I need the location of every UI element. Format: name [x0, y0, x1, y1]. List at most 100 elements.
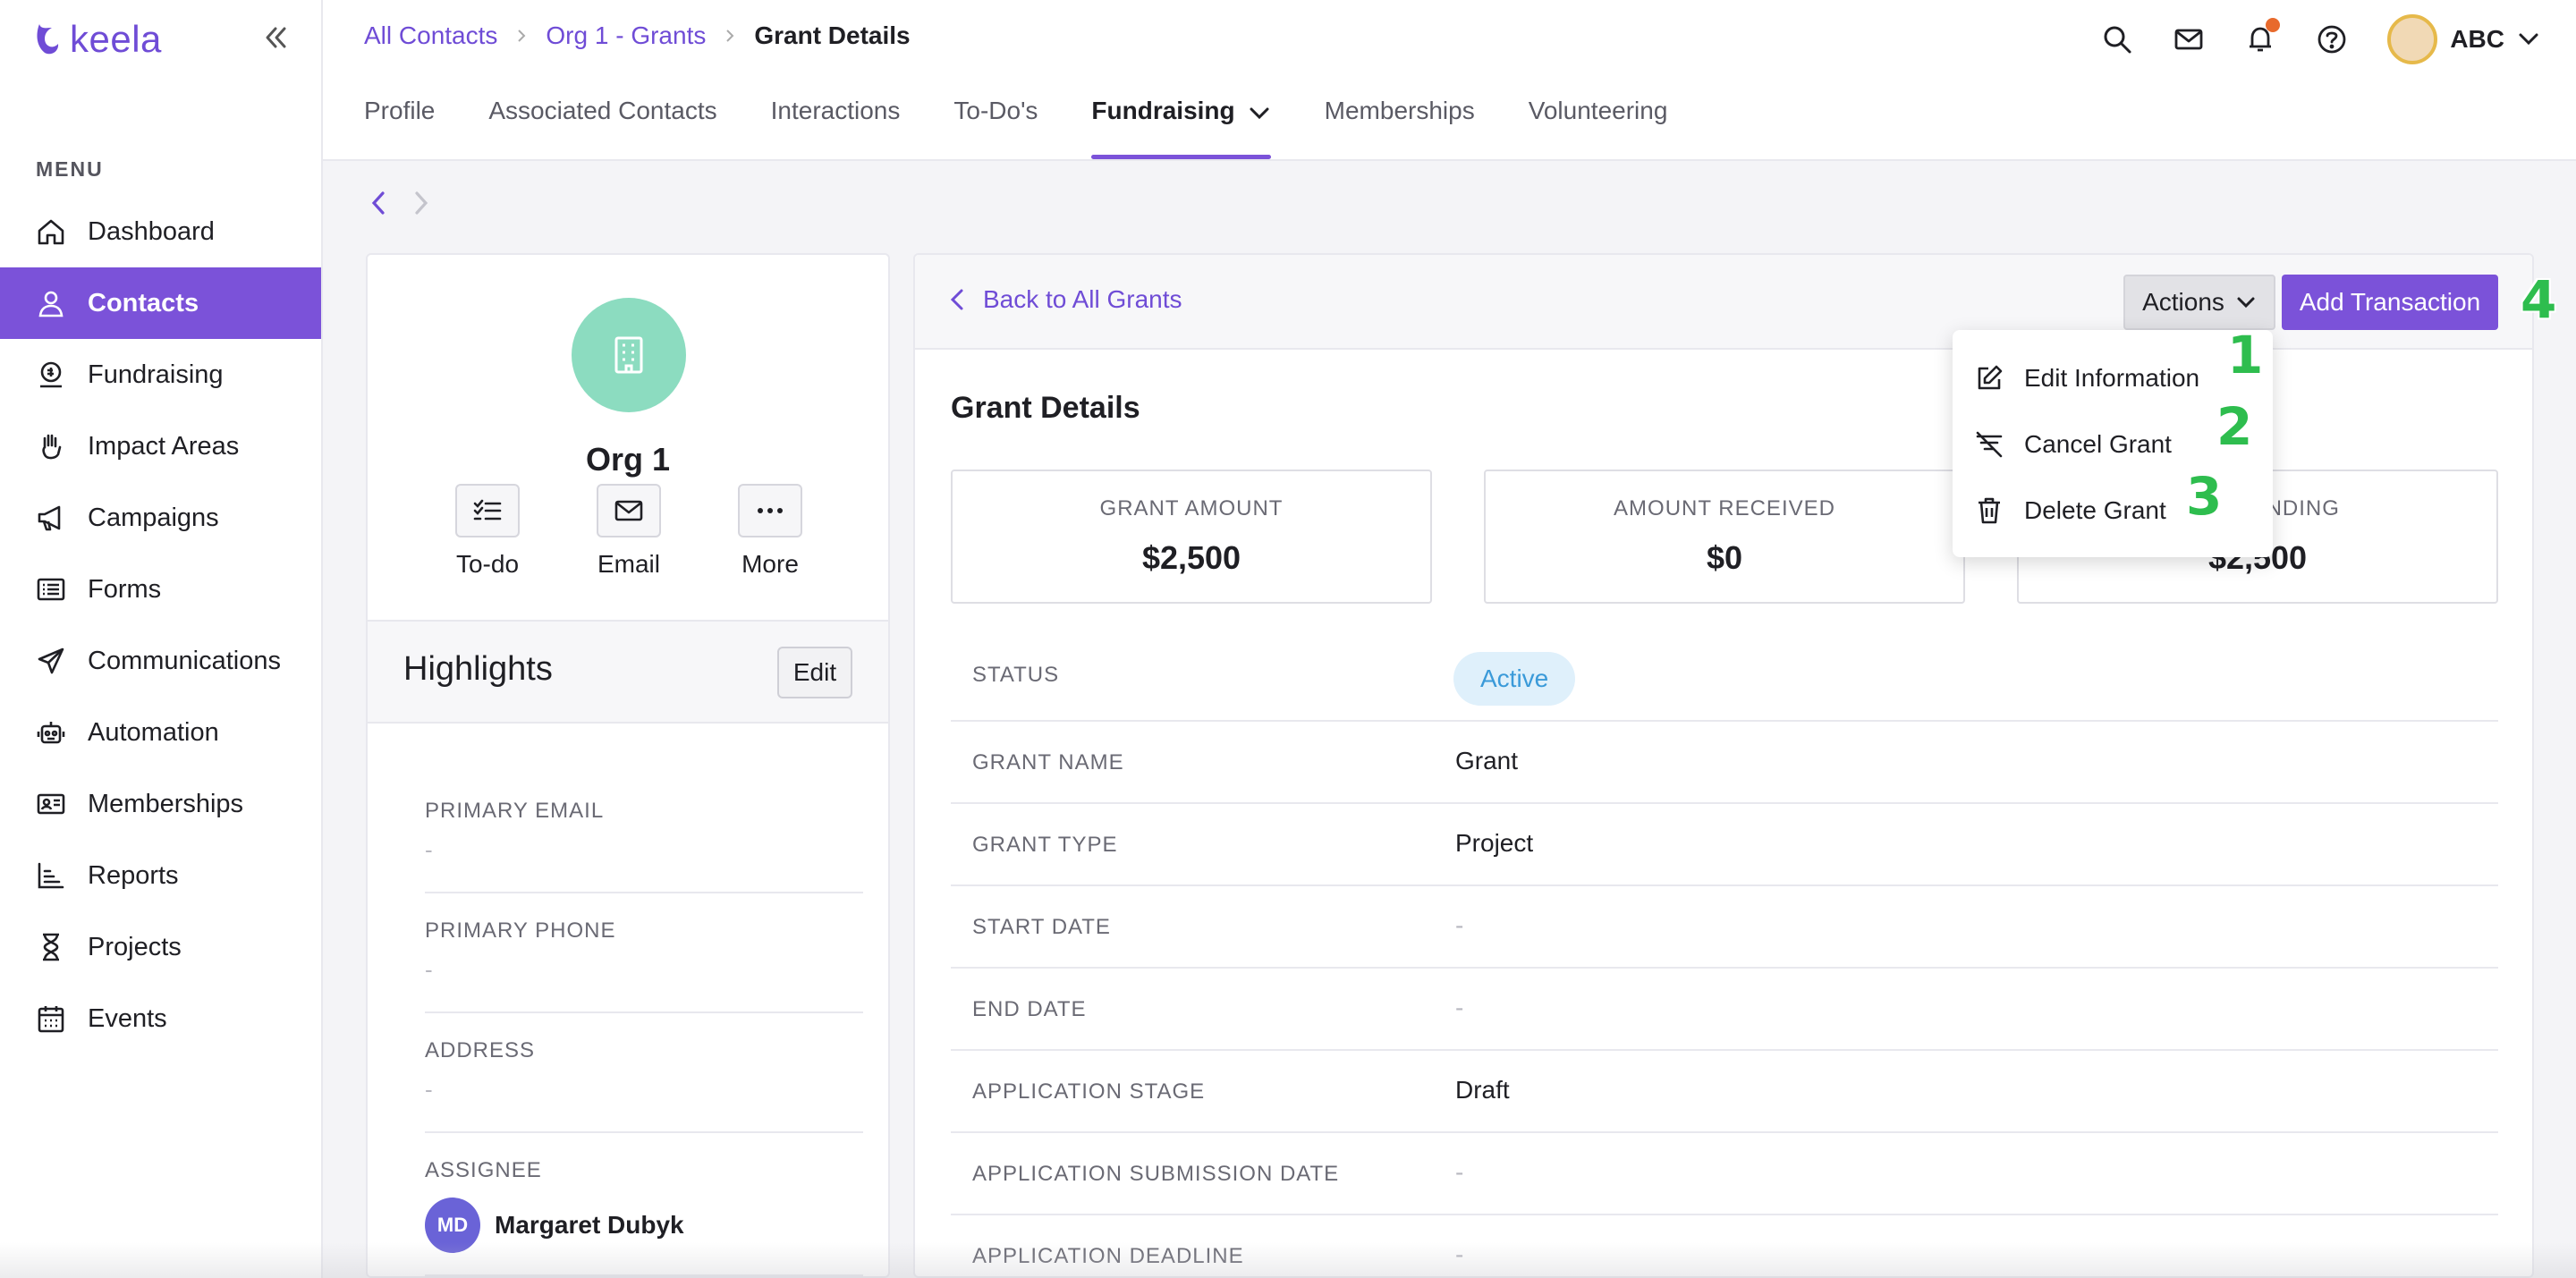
tab-fundraising[interactable]: Fundraising [1091, 97, 1271, 159]
bar-chart-icon [38, 862, 64, 889]
contact-tabs: Profile Associated Contacts Interactions… [364, 97, 1667, 159]
breadcrumb: All Contacts Org 1 - Grants Grant Detail… [364, 21, 911, 50]
tab-label: Memberships [1324, 97, 1475, 124]
tab-interactions[interactable]: Interactions [771, 97, 901, 159]
menu-item-delete-grant[interactable]: Delete Grant [1974, 486, 2166, 536]
stat-value: $0 [1706, 539, 1743, 576]
sidebar-item-reports[interactable]: Reports [0, 840, 321, 911]
quick-action-email[interactable]: Email [575, 484, 682, 579]
user-name: ABC [2450, 25, 2504, 53]
sidebar-item-contacts[interactable]: Contacts [0, 267, 321, 339]
sidebar-item-label: Dashboard [88, 216, 215, 246]
field-label: ASSIGNEE [425, 1158, 542, 1182]
forward-arrow-icon[interactable] [410, 190, 433, 216]
back-arrow-icon[interactable] [367, 190, 390, 216]
sidebar-item-label: Reports [88, 860, 179, 890]
quick-action-label: Email [597, 550, 660, 578]
sidebar-item-forms[interactable]: Forms [0, 554, 321, 625]
todo-button[interactable] [455, 484, 520, 537]
sidebar-item-label: Memberships [88, 789, 244, 818]
menu-item-label: Edit Information [2024, 364, 2200, 392]
chevron-left-icon [950, 289, 963, 310]
row-value: - [1455, 1158, 1464, 1186]
sidebar-item-dashboard[interactable]: Dashboard [0, 196, 321, 267]
field-assignee: ASSIGNEE MD Margaret Dubyk [425, 1133, 863, 1276]
app-logo[interactable]: keela [34, 18, 162, 61]
more-button[interactable] [738, 484, 802, 537]
search-icon[interactable] [2101, 23, 2133, 55]
menu-item-label: Cancel Grant [2024, 430, 2172, 458]
collapse-sidebar-icon[interactable] [261, 23, 290, 52]
row-value: - [1455, 1240, 1464, 1268]
menu-item-cancel-grant[interactable]: Cancel Grant [1974, 419, 2172, 470]
grant-details-title: Grant Details [951, 391, 1140, 425]
highlights-edit-button[interactable]: Edit [777, 647, 852, 698]
donation-icon [40, 361, 62, 388]
quick-action-todo[interactable]: To-do [434, 484, 541, 579]
sidebar-item-automation[interactable]: Automation [0, 697, 321, 768]
sidebar-item-impact-areas[interactable]: Impact Areas [0, 410, 321, 482]
sidebar-item-events[interactable]: Events [0, 983, 321, 1054]
home-icon [38, 219, 64, 245]
notification-bell-icon[interactable] [2244, 18, 2281, 55]
hourglass-icon [43, 933, 59, 961]
tab-todos[interactable]: To-Do's [953, 97, 1038, 159]
mail-icon [614, 500, 643, 521]
logo-text: keela [70, 18, 162, 60]
breadcrumb-current: Grant Details [754, 21, 911, 49]
quick-action-label: More [741, 550, 799, 578]
profile-card: Org 1 To-do Email More Highlights Edit P… [366, 253, 890, 1278]
tab-label: Fundraising [1091, 97, 1235, 124]
annotation-mark-1: 1 [2227, 325, 2264, 385]
annotation-mark-3: 3 [2186, 466, 2223, 527]
ellipsis-icon [758, 508, 783, 513]
chevron-down-icon [2519, 33, 2538, 46]
sidebar: keela MENU Dashboard Contacts Fundraisin… [0, 0, 323, 1278]
building-icon [614, 336, 643, 374]
history-nav [367, 190, 433, 216]
field-label: PRIMARY PHONE [425, 918, 616, 943]
sidebar-item-label: Forms [88, 574, 162, 604]
row-label: END DATE [972, 997, 1087, 1021]
tab-profile[interactable]: Profile [364, 97, 435, 159]
breadcrumb-org-grants[interactable]: Org 1 - Grants [546, 21, 706, 50]
tab-associated-contacts[interactable]: Associated Contacts [488, 97, 716, 159]
help-icon[interactable] [2316, 23, 2348, 55]
paper-plane-icon [38, 647, 64, 674]
status-badge: Active [1453, 652, 1576, 706]
mail-icon[interactable] [2173, 23, 2205, 55]
sidebar-item-projects[interactable]: Projects [0, 911, 321, 983]
chevron-down-icon [2237, 297, 2255, 309]
actions-label: Actions [2142, 288, 2224, 316]
sidebar-item-campaigns[interactable]: Campaigns [0, 482, 321, 554]
detail-row-end-date: END DATE - [951, 969, 2498, 1051]
hand-icon [42, 434, 62, 460]
user-menu[interactable]: ABC [2387, 14, 2540, 64]
back-to-grants-link[interactable]: Back to All Grants [949, 285, 1182, 314]
tab-volunteering[interactable]: Volunteering [1529, 97, 1668, 159]
breadcrumb-all-contacts[interactable]: All Contacts [364, 21, 497, 50]
quick-action-more[interactable]: More [716, 484, 824, 579]
sidebar-item-label: Campaigns [88, 503, 219, 532]
field-value: - [425, 836, 433, 863]
assignee[interactable]: MD Margaret Dubyk [425, 1198, 863, 1253]
calendar-icon [38, 1006, 64, 1033]
stat-grant-amount: GRANT AMOUNT $2,500 [951, 470, 1432, 604]
sidebar-item-fundraising[interactable]: Fundraising [0, 339, 321, 410]
menu-item-edit-information[interactable]: Edit Information [1974, 353, 2199, 403]
assignee-name: Margaret Dubyk [495, 1211, 684, 1239]
row-label: START DATE [972, 915, 1111, 939]
sidebar-item-memberships[interactable]: Memberships [0, 768, 321, 840]
tab-label: To-Do's [953, 97, 1038, 124]
detail-row-application-deadline: APPLICATION DEADLINE - [951, 1215, 2498, 1276]
tab-memberships[interactable]: Memberships [1325, 97, 1475, 159]
sidebar-item-communications[interactable]: Communications [0, 625, 321, 697]
checklist-icon [473, 499, 502, 521]
actions-dropdown-button[interactable]: Actions [2123, 275, 2275, 330]
email-button[interactable] [597, 484, 661, 537]
tab-label: Associated Contacts [488, 97, 717, 124]
highlights-header: Highlights Edit [368, 620, 888, 724]
add-transaction-button[interactable]: Add Transaction [2282, 275, 2498, 330]
detail-row-start-date: START DATE - [951, 886, 2498, 969]
quick-action-label: To-do [455, 550, 520, 578]
